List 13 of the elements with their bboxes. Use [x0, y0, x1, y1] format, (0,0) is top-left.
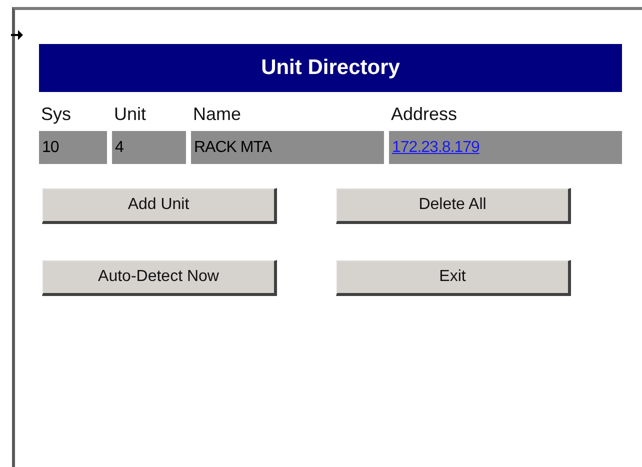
table-cell: 10 — [39, 131, 107, 164]
table-cell: RACK MTA — [191, 131, 384, 164]
arrow-icon — [11, 30, 23, 40]
action-button[interactable]: Delete All — [336, 188, 571, 224]
column-header: Address — [390, 103, 458, 126]
column-header: Name — [192, 103, 242, 126]
directory-title: Unit Directory — [39, 44, 622, 92]
action-button[interactable]: Add Unit — [42, 188, 277, 224]
action-button[interactable]: Exit — [336, 260, 571, 296]
action-button[interactable]: Auto-Detect Now — [42, 260, 277, 296]
column-header: Unit — [113, 103, 148, 126]
table-cell: 4 — [112, 131, 186, 164]
column-header: Sys — [40, 103, 72, 126]
